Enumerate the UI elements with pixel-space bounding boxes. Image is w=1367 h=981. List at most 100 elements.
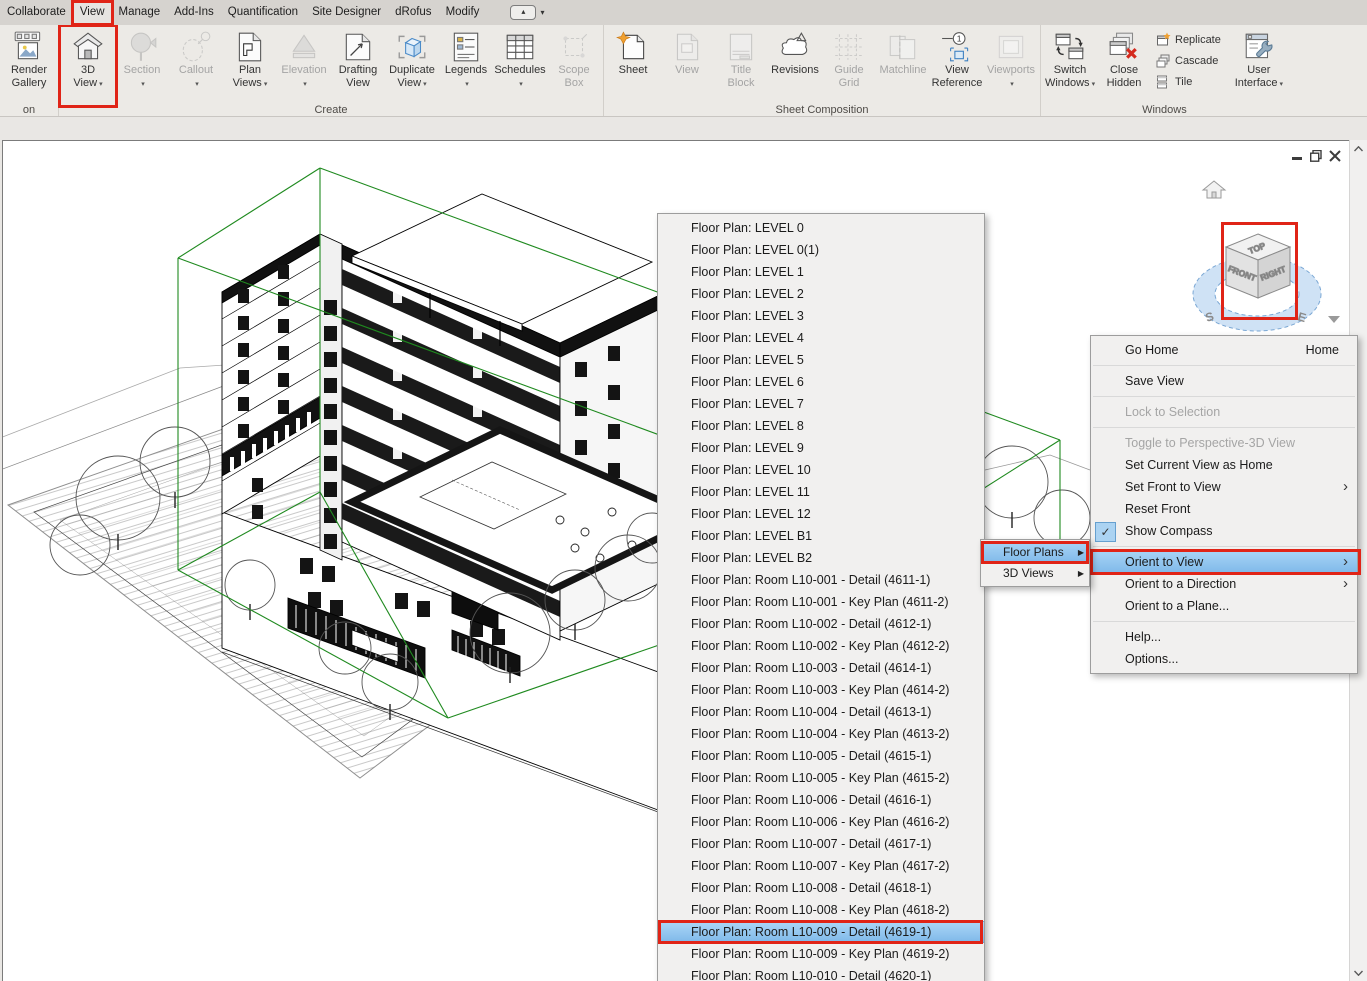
menu-item[interactable]: Floor Plan: LEVEL 9: [658, 437, 984, 459]
menu-item[interactable]: Floor Plan: Room L10-007 - Detail (4617-…: [658, 833, 984, 855]
menu-item[interactable]: Floor Plan: Room L10-009 - Key Plan (461…: [658, 943, 984, 965]
menu-item[interactable]: Options... ›: [1091, 648, 1357, 670]
ribbon-button[interactable]: Elevation ▾: [277, 27, 331, 103]
ribbon-tab[interactable]: Quantification: [221, 0, 305, 25]
scroll-down-icon[interactable]: [1350, 964, 1367, 981]
menu-item[interactable]: Floor Plan: LEVEL 5: [658, 349, 984, 371]
menu-item[interactable]: Orient to View ›: [1091, 551, 1357, 573]
ribbon-tab[interactable]: Manage: [112, 0, 168, 25]
menu-item[interactable]: Floor Plan: Room L10-003 - Detail (4614-…: [658, 657, 984, 679]
ribbon-tab[interactable]: dRofus: [388, 0, 438, 25]
ribbon-button[interactable]: Schedules ▾: [493, 27, 547, 103]
restore-icon[interactable]: [1310, 150, 1322, 162]
viewcube-cube[interactable]: TOP FRONT RIGHT: [1226, 234, 1290, 298]
menu-item[interactable]: Floor Plans ▶: [981, 542, 1089, 563]
ribbon-small-button[interactable]: Replicate: [1151, 31, 1225, 49]
ribbon-button[interactable]: Legends ▾: [439, 27, 493, 103]
ribbon-tab[interactable]: Add-Ins: [167, 0, 221, 25]
menu-item[interactable]: Floor Plan: Room L10-006 - Detail (4616-…: [658, 789, 984, 811]
minimize-icon[interactable]: [1292, 151, 1303, 161]
ribbon-button[interactable]: Plan Views▾: [223, 27, 277, 103]
menu-item[interactable]: Floor Plan: Room L10-007 - Key Plan (461…: [658, 855, 984, 877]
ribbon-button[interactable]: Title Block▾: [714, 27, 768, 103]
menu-item[interactable]: Floor Plan: LEVEL 7: [658, 393, 984, 415]
ribbon-button[interactable]: Duplicate View▾: [385, 27, 439, 103]
ribbon-tab[interactable]: Collaborate: [0, 0, 73, 25]
ribbon-tab[interactable]: View: [73, 0, 112, 25]
ribbon-button[interactable]: Section ▾: [115, 27, 169, 103]
ribbon-button[interactable]: Sheet ▾: [606, 27, 660, 103]
menu-item[interactable]: Save View ›: [1091, 370, 1357, 392]
menu-item[interactable]: Orient to a Direction ›: [1091, 573, 1357, 595]
menu-item[interactable]: Reset Front ›: [1091, 498, 1357, 520]
menu-item[interactable]: Floor Plan: Room L10-004 - Key Plan (461…: [658, 723, 984, 745]
menu-item[interactable]: Floor Plan: LEVEL 11: [658, 481, 984, 503]
ribbon-small-button[interactable]: Tile: [1151, 73, 1225, 91]
menu-item[interactable]: Floor Plan: LEVEL 1: [658, 261, 984, 283]
ribbon-button[interactable]: Callout ▾: [169, 27, 223, 103]
menu-item[interactable]: Set Current View as Home ›: [1091, 454, 1357, 476]
ribbon-small-button[interactable]: Cascade: [1151, 52, 1225, 70]
viewcube[interactable]: S E TOP FRONT RIGHT: [1185, 172, 1350, 337]
chevron-down-icon[interactable]: ▾: [540, 8, 544, 17]
menu-item[interactable]: Floor Plan: Room L10-004 - Detail (4613-…: [658, 701, 984, 723]
menu-item[interactable]: Floor Plan: Room L10-008 - Key Plan (461…: [658, 899, 984, 921]
chevron-down-icon[interactable]: ▾: [465, 81, 469, 88]
chevron-down-icon[interactable]: ▾: [1092, 81, 1096, 88]
menu-item[interactable]: 3D Views ▶: [981, 563, 1089, 584]
menu-item[interactable]: Floor Plan: Room L10-002 - Key Plan (461…: [658, 635, 984, 657]
menu-item[interactable]: Floor Plan: Room L10-001 - Detail (4611-…: [658, 569, 984, 591]
menu-item[interactable]: Orient to a Plane... ›: [1091, 595, 1357, 617]
chevron-down-icon[interactable]: ▾: [1280, 81, 1284, 88]
collapse-ribbon-icon[interactable]: ▴: [510, 5, 536, 20]
close-icon[interactable]: [1329, 150, 1341, 162]
menu-item[interactable]: Help... ›: [1091, 626, 1357, 648]
chevron-down-icon[interactable]: ▾: [423, 81, 427, 88]
viewcube-menu-arrow-icon[interactable]: [1328, 316, 1340, 323]
menu-item[interactable]: Floor Plan: LEVEL 3: [658, 305, 984, 327]
scroll-up-icon[interactable]: [1350, 140, 1367, 157]
ribbon-button[interactable]: Viewports ▾: [984, 27, 1038, 103]
menu-item[interactable]: Floor Plan: LEVEL 6: [658, 371, 984, 393]
chevron-down-icon[interactable]: ▾: [264, 81, 268, 88]
ribbon-button[interactable]: Matchline ▾: [876, 27, 930, 103]
menu-item[interactable]: Floor Plan: Room L10-005 - Detail (4615-…: [658, 745, 984, 767]
menu-item[interactable]: Floor Plan: Room L10-009 - Detail (4619-…: [658, 921, 984, 943]
ribbon-button[interactable]: Scope Box▾: [547, 27, 601, 103]
menu-item[interactable]: Toggle to Perspective-3D View ›: [1091, 432, 1357, 454]
menu-item[interactable]: Floor Plan: LEVEL 0(1): [658, 239, 984, 261]
menu-item[interactable]: Floor Plan: LEVEL 12: [658, 503, 984, 525]
ribbon-button[interactable]: 3D View▾: [61, 27, 115, 103]
chevron-down-icon[interactable]: ▾: [195, 81, 199, 88]
menu-item[interactable]: Floor Plan: Room L10-010 - Detail (4620-…: [658, 965, 984, 981]
chevron-down-icon[interactable]: ▾: [141, 81, 145, 88]
menu-item[interactable]: Floor Plan: Room L10-001 - Key Plan (461…: [658, 591, 984, 613]
viewcube-home-icon[interactable]: [1203, 181, 1225, 198]
menu-item[interactable]: Floor Plan: Room L10-006 - Key Plan (461…: [658, 811, 984, 833]
chevron-down-icon[interactable]: ▾: [303, 81, 307, 88]
menu-item[interactable]: Floor Plan: Room L10-003 - Key Plan (461…: [658, 679, 984, 701]
ribbon-button[interactable]: Render Gallery▾: [2, 27, 56, 103]
chevron-down-icon[interactable]: ▾: [99, 81, 103, 88]
menu-item[interactable]: Go Home Home ›: [1091, 339, 1357, 361]
ribbon-button[interactable]: 1 View Reference▾: [930, 27, 984, 103]
menu-item[interactable]: Floor Plan: LEVEL 10: [658, 459, 984, 481]
ribbon-button[interactable]: Drafting View▾: [331, 27, 385, 103]
menu-item[interactable]: Floor Plan: LEVEL 2: [658, 283, 984, 305]
menu-item[interactable]: Floor Plan: Room L10-005 - Key Plan (461…: [658, 767, 984, 789]
menu-item[interactable]: Floor Plan: LEVEL B2: [658, 547, 984, 569]
ribbon-button[interactable]: View ▾: [660, 27, 714, 103]
menu-item[interactable]: Floor Plan: Room L10-008 - Detail (4618-…: [658, 877, 984, 899]
menu-item[interactable]: Floor Plan: LEVEL 8: [658, 415, 984, 437]
ribbon-button[interactable]: Switch Windows▾: [1043, 27, 1097, 103]
ribbon-button[interactable]: Guide Grid▾: [822, 27, 876, 103]
menu-item[interactable]: Lock to Selection ›: [1091, 401, 1357, 423]
menu-item[interactable]: Show Compass ›: [1091, 520, 1357, 542]
menu-item[interactable]: Floor Plan: Room L10-002 - Detail (4612-…: [658, 613, 984, 635]
ribbon-collapse-control[interactable]: ▴ ▾: [510, 0, 544, 25]
menu-item[interactable]: Floor Plan: LEVEL 4: [658, 327, 984, 349]
menu-item[interactable]: Set Front to View ›: [1091, 476, 1357, 498]
chevron-down-icon[interactable]: ▾: [1010, 81, 1014, 88]
chevron-down-icon[interactable]: ▾: [519, 81, 523, 88]
ribbon-button[interactable]: Revisions ▾: [768, 27, 822, 103]
